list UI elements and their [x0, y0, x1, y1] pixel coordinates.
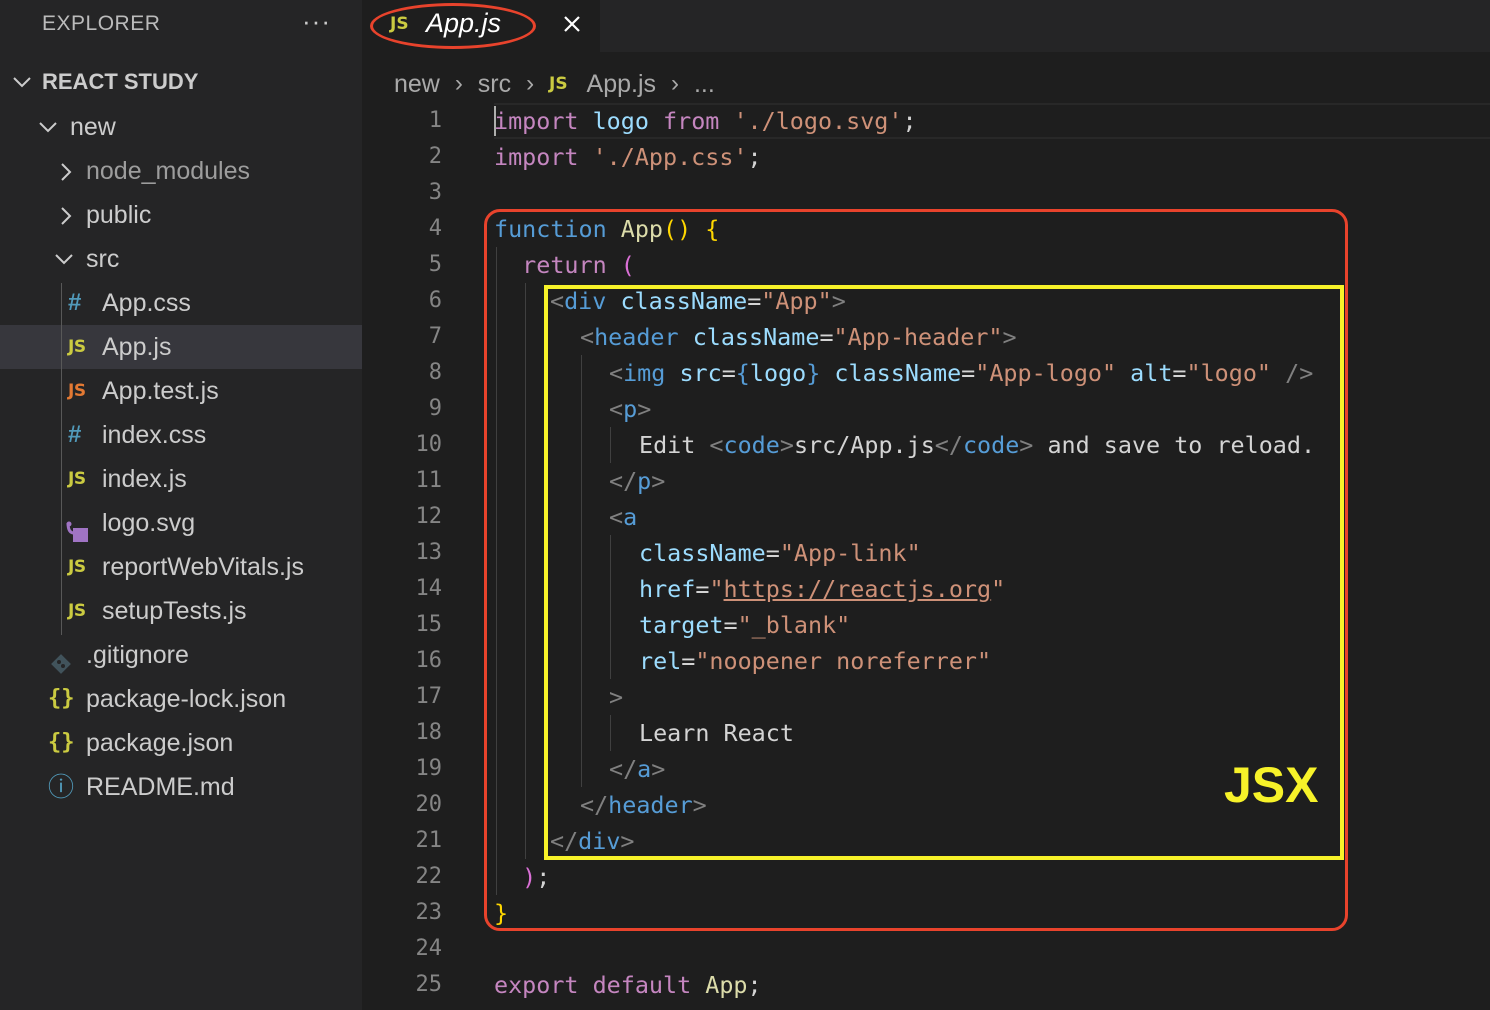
chevron-right-icon [58, 149, 80, 193]
tree-item-label: README.md [86, 773, 235, 801]
tree-file-app-js[interactable]: JS App.js [0, 325, 362, 369]
line-number: 7 [428, 324, 442, 349]
line-number: 25 [415, 972, 443, 997]
css-file-icon: # [68, 289, 82, 316]
breadcrumb-symbols[interactable]: ... [694, 64, 715, 104]
breadcrumb-file[interactable]: App.js [587, 64, 656, 104]
line-number: 15 [415, 612, 443, 637]
tree-item-label: new [70, 113, 116, 141]
tree-item-label: setupTests.js [102, 597, 247, 625]
tree-item-label: index.js [102, 465, 187, 493]
chevron-down-icon [12, 60, 34, 104]
tree-root-react-study[interactable]: REACT STUDY [0, 60, 362, 104]
js-file-icon: JS [549, 74, 568, 94]
tree-file-report-web-vitals[interactable]: JS reportWebVitals.js [0, 545, 362, 589]
tree-folder-public[interactable]: public [0, 193, 362, 237]
tree-root-label: REACT STUDY [42, 69, 199, 94]
close-icon[interactable] [562, 14, 582, 39]
line-number: 12 [415, 504, 443, 529]
tree-file-app-test-js[interactable]: JS App.test.js [0, 369, 362, 413]
line-number: 11 [415, 468, 443, 493]
svg-file-icon [66, 513, 88, 542]
js-file-icon: JS [68, 557, 86, 577]
code-line-25[interactable]: export default App; [494, 967, 762, 1003]
chevron-down-icon [38, 105, 60, 149]
tree-item-label: App.js [102, 333, 172, 361]
line-number: 5 [428, 252, 442, 277]
tree-folder-new[interactable]: new [0, 105, 362, 149]
tree-file-setup-tests[interactable]: JS setupTests.js [0, 589, 362, 633]
tree-file-index-js[interactable]: JS index.js [0, 457, 362, 501]
line-number: 17 [415, 684, 443, 709]
line-number: 16 [415, 648, 443, 673]
tree-item-label: logo.svg [102, 509, 196, 537]
line-number: 2 [428, 144, 442, 169]
line-number: 20 [415, 792, 443, 817]
line-number: 8 [428, 360, 442, 385]
explorer-title: EXPLORER [42, 12, 161, 35]
line-number: 23 [415, 900, 443, 925]
js-test-file-icon: JS [68, 381, 86, 401]
chevron-right-icon [58, 193, 80, 237]
code-line-2[interactable]: import './App.css'; [494, 139, 762, 175]
tree-item-label: .gitignore [86, 641, 189, 669]
chevron-right-icon: › [454, 70, 463, 97]
tree-file-logo-svg[interactable]: logo.svg [0, 501, 362, 545]
line-number: 18 [415, 720, 443, 745]
tree-item-label: package.json [86, 729, 234, 757]
git-icon [50, 645, 72, 674]
line-number: 21 [415, 828, 443, 853]
tree-folder-node-modules[interactable]: node_modules [0, 149, 362, 193]
js-file-icon: JS [68, 601, 86, 621]
tree-item-label: src [86, 245, 120, 273]
tree-file-package-json[interactable]: {} package.json [0, 721, 362, 765]
more-actions-icon[interactable]: ··· [302, 6, 331, 37]
tree-file-index-css[interactable]: # index.css [0, 413, 362, 457]
tree-item-label: App.css [102, 289, 191, 317]
tree-indent-guide [61, 283, 62, 635]
tree-item-label: App.test.js [102, 377, 219, 405]
line-number: 22 [415, 864, 443, 889]
tree-file-gitignore[interactable]: .gitignore [0, 633, 362, 677]
breadcrumb-new[interactable]: new [394, 64, 440, 104]
tab-highlight-annotation [370, 3, 536, 49]
css-file-icon: # [68, 421, 82, 448]
tree-file-app-css[interactable]: # App.css [0, 281, 362, 325]
js-file-icon: JS [68, 337, 86, 357]
breadcrumb: new › src › JS App.js › ... [394, 64, 715, 104]
info-icon: ⓘ [48, 772, 75, 802]
code-line-1[interactable]: import logo from './logo.svg'; [494, 103, 917, 139]
tree-item-label: reportWebVitals.js [102, 553, 304, 581]
line-number: 24 [415, 936, 443, 961]
line-number: 9 [428, 396, 442, 421]
breadcrumb-src[interactable]: src [478, 64, 511, 104]
tree-item-label: package-lock.json [86, 685, 287, 713]
chevron-right-icon: › [670, 70, 679, 97]
chevron-down-icon [54, 237, 76, 281]
explorer-sidebar: EXPLORER ··· REACT STUDY new node_module… [0, 0, 362, 1010]
line-number: 14 [415, 576, 443, 601]
line-number: 19 [415, 756, 443, 781]
line-number: 1 [428, 108, 442, 133]
json-file-icon: {} [48, 686, 75, 711]
tree-item-label: public [86, 201, 152, 229]
line-number: 6 [428, 288, 442, 313]
json-file-icon: {} [48, 730, 75, 755]
line-number: 3 [428, 180, 442, 205]
jsx-annotation-label: JSX [1224, 757, 1319, 813]
tree-folder-src[interactable]: src [0, 237, 362, 281]
tree-item-label: node_modules [86, 157, 251, 185]
line-number: 4 [428, 216, 442, 241]
tree-file-readme[interactable]: ⓘ README.md [0, 765, 362, 809]
chevron-right-icon: › [526, 70, 535, 97]
tree-file-package-lock[interactable]: {} package-lock.json [0, 677, 362, 721]
line-number: 10 [415, 432, 443, 457]
tree-item-label: index.css [102, 421, 207, 449]
js-file-icon: JS [68, 469, 86, 489]
text-cursor [494, 106, 496, 136]
line-number: 13 [415, 540, 443, 565]
